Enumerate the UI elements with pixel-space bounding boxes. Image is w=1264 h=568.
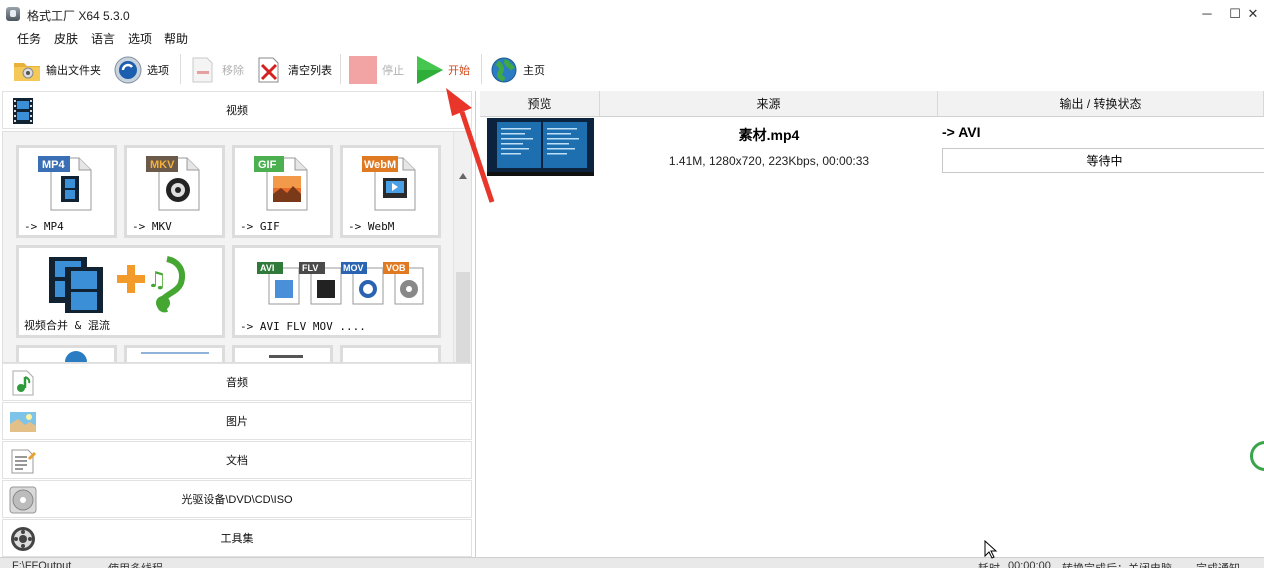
title-bar: 格式工厂 X64 5.3.0 ─ ☐ ✕ [0,0,1264,28]
notify-checkbox[interactable]: 完成通知 [1196,560,1240,568]
svg-text:MP4: MP4 [42,159,66,171]
merge-icon: ♫ [49,256,185,313]
svg-text:♫: ♫ [147,268,167,293]
partial-icon [65,351,87,362]
category-audio[interactable]: 音频 [2,363,472,401]
svg-text:MKV: MKV [150,159,175,171]
category-optical-drive[interactable]: 光驱设备\DVD\CD\ISO [2,480,472,518]
video-format-grid: MP4 -> MP4 MKV -> MKV GIF -> GIF WebM ->… [2,131,472,363]
multithread-checkbox[interactable]: 使用多线程 [108,560,163,568]
remove-doc-icon [188,55,218,85]
menu-task[interactable]: 任务 [17,30,41,47]
video-thumbnail [487,118,594,176]
home-button[interactable]: 主页 [489,52,545,88]
tile-gif[interactable]: GIF -> GIF [232,145,333,238]
multi-format-icon: AVI FLV MOV VOB [257,262,424,305]
elapsed-label: 耗时 [978,560,1000,568]
svg-text:VOB: VOB [386,263,406,273]
output-format: -> AVI [942,124,981,140]
clear-list-icon [254,55,284,85]
options-button[interactable]: 选项 [113,52,169,88]
stop-button[interactable]: 停止 [348,52,404,88]
toolbar-separator [481,54,482,84]
globe-icon [489,55,519,85]
toolbar: 输出文件夹 选项 移除 清空列表 停止 开始 主页 [0,50,1264,90]
conversion-status: 等待中 [942,148,1264,173]
source-file-info: 1.41M, 1280x720, 223Kbps, 00:00:33 [668,154,870,168]
tile-partial[interactable] [340,345,441,362]
scroll-up-arrow-icon[interactable] [458,172,468,180]
menu-options[interactable]: 选项 [128,30,152,47]
minimize-button[interactable]: ─ [1192,4,1222,24]
remove-button[interactable]: 移除 [188,52,244,88]
clear-list-button[interactable]: 清空列表 [254,52,332,88]
tile-mp4[interactable]: MP4 -> MP4 [16,145,117,238]
tile-merge-label: 视频合并 & 混流 [24,319,110,332]
task-list: 预览 来源 输出 / 转换状态 素材.mp4 1.41M, 1280x720, … [480,91,1264,558]
output-folder-button[interactable]: 输出文件夹 [12,52,101,88]
start-button[interactable]: 开始 [414,52,470,88]
menu-help[interactable]: 帮助 [164,30,188,47]
tile-partial[interactable] [16,345,117,362]
play-icon [414,55,444,85]
floating-widget-icon[interactable] [1250,441,1264,471]
tile-mp4-label: -> MP4 [24,220,64,233]
column-preview[interactable]: 预览 [480,91,600,117]
gif-icon: GIF [254,156,308,211]
webm-icon: WebM [362,156,416,211]
window-title: 格式工厂 X64 5.3.0 [27,9,130,23]
tile-mkv[interactable]: MKV -> MKV [124,145,225,238]
close-button[interactable]: ✕ [1242,4,1264,24]
tile-multi-format-label: -> AVI FLV MOV .... [240,320,366,333]
settings-icon [113,55,143,85]
source-file-name: 素材.mp4 [738,127,800,143]
folder-icon [12,55,42,85]
category-tools[interactable]: 工具集 [2,519,472,557]
mp4-icon: MP4 [38,156,92,211]
tile-multi-format[interactable]: AVI FLV MOV VOB -> AVI FLV MOV .... [232,245,441,338]
menu-bar: 任务 皮肤 语言 选项 帮助 [0,28,1264,48]
tile-partial[interactable] [124,345,225,362]
elapsed-time: 00:00:00 [1008,560,1051,568]
mkv-icon: MKV [146,156,200,211]
after-done-option[interactable]: 转换完成后：关闭电脑 [1062,560,1172,568]
tile-merge[interactable]: ♫ 视频合并 & 混流 [16,245,225,338]
partial-icon [269,355,303,358]
svg-text:WebM: WebM [364,159,396,171]
toolbar-separator [180,54,181,84]
svg-text:FLV: FLV [302,263,318,273]
partial-icon [141,352,209,354]
column-output-status[interactable]: 输出 / 转换状态 [938,91,1264,117]
category-panel: 视频 MP4 -> MP4 MKV -> MKV GIF -> GIF WebM… [0,91,476,558]
tile-gif-label: -> GIF [240,220,280,233]
app-icon [6,7,20,21]
menu-language[interactable]: 语言 [91,30,115,47]
status-bar: F:\FFOutput 使用多线程 耗时 00:00:00 转换完成后：关闭电脑… [0,557,1264,568]
output-path[interactable]: F:\FFOutput [12,560,71,568]
category-document[interactable]: 文档 [2,441,472,479]
toolbar-separator [340,54,341,84]
svg-text:GIF: GIF [258,159,277,171]
tile-webm-label: -> WebM [348,220,395,233]
tile-mkv-label: -> MKV [132,220,172,233]
grid-scrollbar[interactable] [453,132,471,362]
tile-webm[interactable]: WebM -> WebM [340,145,441,238]
mouse-cursor-icon [984,540,998,559]
stop-icon [348,55,378,85]
tile-partial[interactable] [232,345,333,362]
svg-text:AVI: AVI [260,263,274,273]
scrollbar-thumb[interactable] [456,272,470,362]
category-video[interactable]: 视频 [2,91,472,129]
column-source[interactable]: 来源 [600,91,938,117]
category-image[interactable]: 图片 [2,402,472,440]
svg-text:MOV: MOV [343,263,364,273]
menu-skin[interactable]: 皮肤 [54,30,78,47]
